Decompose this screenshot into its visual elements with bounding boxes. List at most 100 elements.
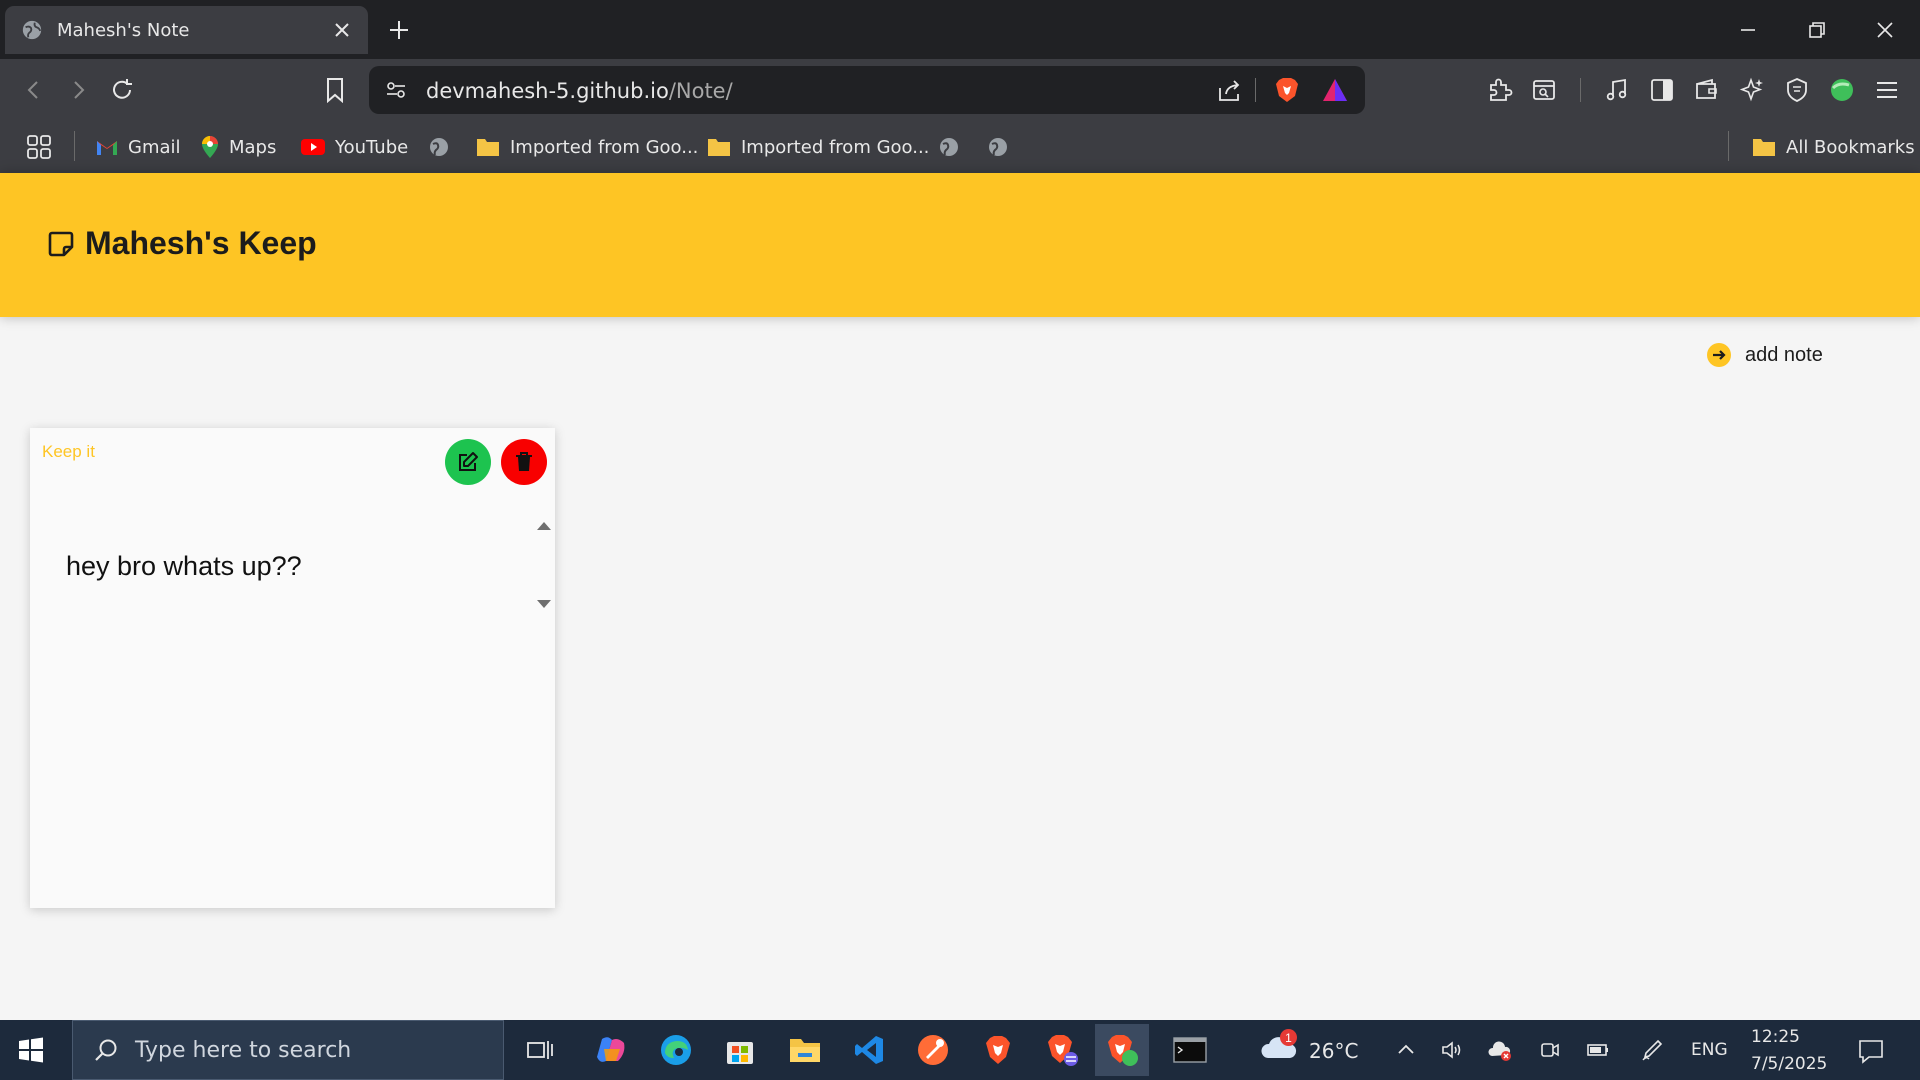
bookmark-separator: [1728, 131, 1729, 161]
extensions-icon[interactable]: [1483, 73, 1517, 107]
terminal-icon[interactable]: [1168, 1028, 1212, 1072]
share-icon[interactable]: [1217, 78, 1243, 104]
bookmark-globe[interactable]: [428, 133, 460, 161]
weather-temp[interactable]: 26°C: [1309, 1039, 1358, 1063]
close-tab-icon[interactable]: [332, 20, 352, 40]
brave-profile-active-icon[interactable]: [1095, 1024, 1149, 1076]
bookmark-globe-3[interactable]: [987, 133, 1019, 161]
edit-note-button[interactable]: [445, 439, 491, 485]
apps-icon[interactable]: [26, 133, 62, 161]
weather-badge: 1: [1280, 1029, 1297, 1046]
globe-icon: [940, 138, 958, 156]
edge-icon[interactable]: [654, 1028, 698, 1072]
clock-time[interactable]: 12:25: [1751, 1027, 1800, 1047]
back-icon[interactable]: [17, 73, 51, 107]
taskbar-search[interactable]: Type here to search: [72, 1020, 504, 1080]
browser-toolbar: devmahesh-5.github.io/Note/: [0, 59, 1920, 121]
clock-date[interactable]: 7/5/2025: [1751, 1054, 1827, 1074]
site-settings-icon[interactable]: [385, 79, 407, 101]
globe-icon: [989, 138, 1007, 156]
note-content[interactable]: hey bro whats up??: [66, 551, 302, 582]
edit-icon: [459, 452, 478, 471]
note-label: Keep it: [42, 442, 95, 461]
all-bookmarks-label: All Bookmarks: [1786, 136, 1915, 158]
bookmark-label: Imported from Goo...: [510, 136, 699, 158]
brave-shields-icon[interactable]: [1273, 76, 1301, 104]
vpn-icon[interactable]: [1780, 73, 1814, 107]
file-explorer-icon[interactable]: [783, 1028, 827, 1072]
postman-icon[interactable]: [911, 1028, 955, 1072]
add-note-label: add note: [1745, 343, 1823, 366]
forward-icon[interactable]: [61, 73, 95, 107]
note-card: Keep it hey bro whats up??: [30, 428, 555, 908]
meet-camera-icon[interactable]: [1538, 1038, 1562, 1062]
bookmark-folder-1[interactable]: Imported from Goo...: [476, 133, 698, 161]
microsoft-store-icon[interactable]: [718, 1028, 762, 1072]
language-indicator[interactable]: ENG: [1691, 1040, 1728, 1060]
reader-icon[interactable]: [1527, 73, 1561, 107]
wallet-icon[interactable]: [1690, 73, 1724, 107]
bookmark-separator: [74, 131, 75, 161]
folder-icon: [477, 139, 499, 156]
app-header: Mahesh's Keep: [0, 173, 1920, 317]
restore-icon[interactable]: [1802, 15, 1832, 45]
task-view-icon[interactable]: [518, 1028, 562, 1072]
folder-icon: [1753, 139, 1775, 156]
minimize-icon[interactable]: [1733, 15, 1763, 45]
scroll-down-arrow[interactable]: [537, 600, 551, 608]
bookmark-label: Maps: [229, 136, 277, 158]
sticky-note-icon: [48, 231, 74, 256]
scroll-up-arrow[interactable]: [537, 522, 551, 530]
onedrive-error-icon[interactable]: [1488, 1038, 1512, 1062]
maps-icon: [202, 136, 218, 158]
folder-icon: [708, 139, 730, 156]
bookmark-folder-2[interactable]: Imported from Goo...: [707, 133, 929, 161]
vscode-icon[interactable]: [847, 1028, 891, 1072]
profile-avatar-icon[interactable]: [1825, 73, 1859, 107]
windows-start-icon[interactable]: [18, 1037, 44, 1063]
url-text: devmahesh-5.github.io/Note/: [426, 79, 733, 103]
bookmark-youtube[interactable]: YouTube: [301, 133, 408, 161]
trash-icon: [516, 452, 532, 471]
tab-strip: Mahesh's Note: [0, 0, 1920, 59]
all-bookmarks-button[interactable]: All Bookmarks: [1752, 133, 1915, 161]
brave-browser-icon[interactable]: [976, 1028, 1020, 1072]
chevron-up-icon[interactable]: [1394, 1038, 1418, 1062]
arrow-right-icon: [1707, 343, 1731, 367]
media-icon[interactable]: [1600, 73, 1634, 107]
tab-title: Mahesh's Note: [57, 19, 190, 41]
close-window-icon[interactable]: [1870, 15, 1900, 45]
copilot-icon[interactable]: [589, 1028, 633, 1072]
toolbar-divider: [1580, 78, 1581, 102]
battery-icon[interactable]: [1586, 1038, 1610, 1062]
new-tab-icon[interactable]: [386, 17, 412, 43]
volume-icon[interactable]: [1440, 1038, 1464, 1062]
reload-icon[interactable]: [105, 73, 139, 107]
bookmark-label: YouTube: [335, 136, 409, 158]
notification-center-icon[interactable]: [1857, 1037, 1885, 1065]
search-placeholder: Type here to search: [135, 1037, 352, 1063]
bookmarks-bar: Gmail Maps YouTube Imported from Goo... …: [0, 121, 1920, 173]
app-title: Mahesh's Keep: [47, 225, 317, 262]
bookmark-globe-2[interactable]: [938, 133, 970, 161]
bookmark-maps[interactable]: Maps: [201, 133, 276, 161]
youtube-icon: [301, 139, 325, 155]
bookmark-icon[interactable]: [318, 73, 352, 107]
brave-rewards-icon[interactable]: [1321, 77, 1349, 103]
search-icon: [95, 1039, 117, 1061]
sidebar-icon[interactable]: [1645, 73, 1679, 107]
menu-icon[interactable]: [1870, 73, 1904, 107]
leo-ai-icon[interactable]: [1735, 73, 1769, 107]
url-divider: [1255, 78, 1256, 102]
bookmark-label: Gmail: [128, 136, 181, 158]
delete-note-button[interactable]: [501, 439, 547, 485]
windows-taskbar: Type here to search 1 26°C ENG 12:25 7/5…: [0, 1020, 1920, 1080]
brave-nightly-icon[interactable]: [1040, 1028, 1084, 1072]
address-bar[interactable]: devmahesh-5.github.io/Note/: [369, 66, 1365, 114]
browser-tab[interactable]: Mahesh's Note: [5, 6, 368, 54]
bookmark-label: Imported from Goo...: [741, 136, 930, 158]
pen-icon[interactable]: [1640, 1038, 1664, 1062]
page-content: Mahesh's Keep add note Keep it hey bro w…: [0, 173, 1920, 1020]
add-note-button[interactable]: add note: [1707, 343, 1823, 367]
bookmark-gmail[interactable]: Gmail: [96, 133, 181, 161]
